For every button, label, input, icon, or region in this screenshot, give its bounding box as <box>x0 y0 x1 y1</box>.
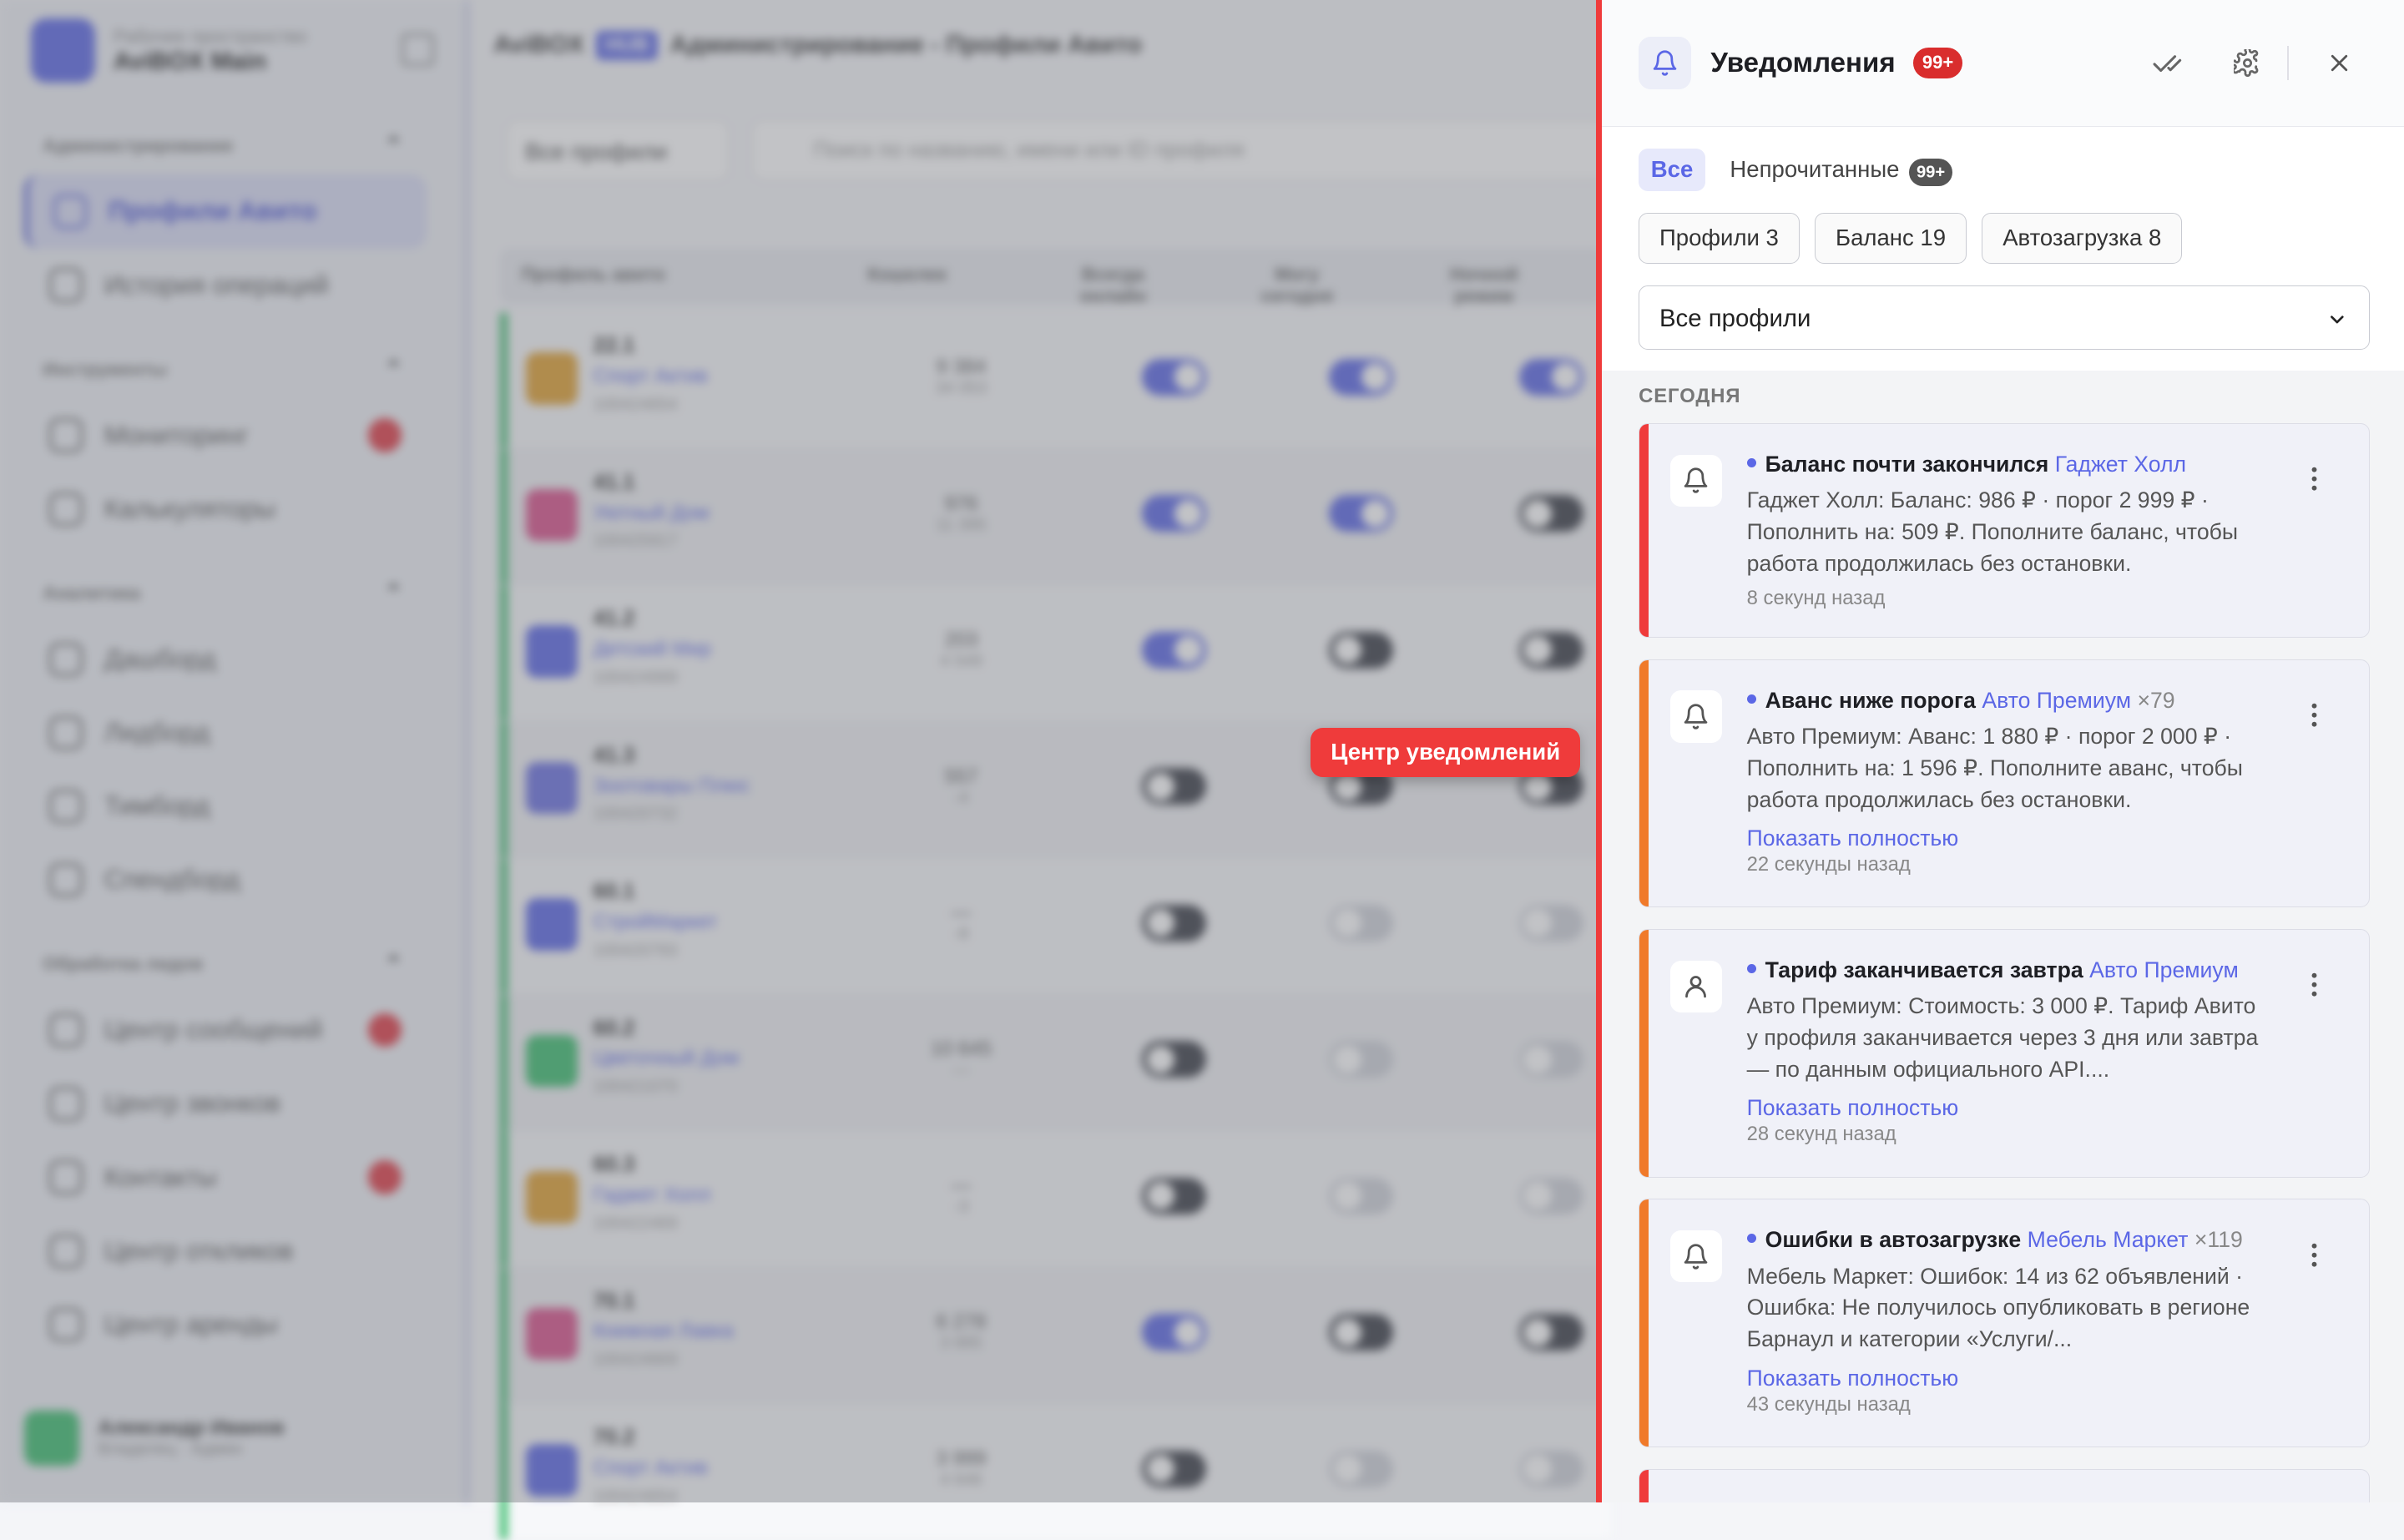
notifications-list: СЕГОДНЯ Баланс почти закончился Гаджет Х… <box>1602 371 2404 1502</box>
notification-body: Гаджет Холл: Баланс: 986 ₽ · порог 2 999… <box>1746 487 2239 576</box>
repeat-count: ×119 <box>2194 1227 2243 1253</box>
mark-all-read-icon[interactable] <box>2148 43 2188 83</box>
notification-title-line: Тариф заканчивается завтра Авто Премиум <box>1746 957 2239 983</box>
unread-dot <box>1746 963 1756 973</box>
notification-profile-link[interactable]: Гаджет Холл <box>2055 452 2186 477</box>
more-vertical-icon[interactable] <box>2299 1240 2330 1270</box>
notification-time: 43 секунды назад <box>1746 1392 1911 1416</box>
notification-card[interactable]: Тариф заканчивается завтра Авто Премиум … <box>1639 929 2371 1178</box>
more-vertical-icon[interactable] <box>2299 970 2330 1001</box>
tab-unread-label: Непрочитанные <box>1730 156 1900 183</box>
notification-time: 28 секунд назад <box>1746 1123 1896 1146</box>
card-accent-bar <box>1639 423 1649 638</box>
notification-title: Аванс ниже порога <box>1765 687 1976 713</box>
chip-autoload[interactable]: Автозагрузка 8 <box>1982 213 2183 265</box>
bell-icon <box>1669 454 1723 507</box>
bell-icon <box>1669 690 1723 743</box>
repeat-count: ×79 <box>2137 687 2175 713</box>
panel-header: Уведомления 99+ <box>1602 0 2404 127</box>
notification-profile-link[interactable]: Авто Премиум <box>2089 957 2239 982</box>
day-label: СЕГОДНЯ <box>1639 384 1741 407</box>
more-vertical-icon[interactable] <box>2299 700 2330 731</box>
show-more-link[interactable]: Показать полностью <box>1747 1095 1959 1121</box>
notification-card[interactable] <box>1639 1468 2371 1502</box>
unread-dot <box>1746 1234 1756 1244</box>
show-more-link[interactable]: Показать полностью <box>1747 826 1959 851</box>
unread-dot <box>1746 457 1756 467</box>
tab-unread[interactable]: Непрочитанные 99+ <box>1718 149 1965 190</box>
notification-card[interactable]: Баланс почти закончился Гаджет Холл Гадж… <box>1639 422 2371 639</box>
notification-title-line: Аванс ниже порога Авто Премиум ×79 <box>1746 687 2175 714</box>
card-accent-bar <box>1639 659 1649 907</box>
tab-unread-count: 99+ <box>1908 158 1953 186</box>
bell-icon <box>1639 37 1691 89</box>
notification-title-line: Баланс почти закончился Гаджет Холл <box>1746 451 2186 477</box>
notifications-panel: Уведомления 99+ Все Непрочитанные 99+ Пр… <box>1596 0 2404 1502</box>
close-icon[interactable] <box>2320 43 2360 83</box>
notification-card[interactable]: Аванс ниже порога Авто Премиум ×79 Авто П… <box>1639 659 2371 908</box>
notification-center-tooltip: Центр уведомлений <box>1311 728 1581 778</box>
unread-count-badge: 99+ <box>1912 47 1963 78</box>
notification-title: Тариф заканчивается завтра <box>1765 957 2083 983</box>
notification-profile-link[interactable]: Мебель Маркет <box>2028 1227 2189 1252</box>
notification-title-line: Ошибки в автозагрузке Мебель Маркет ×119 <box>1746 1227 2243 1253</box>
notification-title: Ошибки в автозагрузке <box>1765 1227 2022 1253</box>
notification-time: 22 секунды назад <box>1746 853 1911 876</box>
notification-profile-link[interactable]: Авто Премиум <box>1982 688 2131 713</box>
chevron-down-icon <box>2326 286 2348 351</box>
gear-icon[interactable] <box>2227 43 2267 83</box>
tab-all[interactable]: Все <box>1639 149 1705 191</box>
card-accent-bar <box>1639 1469 1649 1502</box>
notification-card[interactable]: Ошибки в автозагрузке Мебель Маркет ×119… <box>1639 1199 2371 1447</box>
unread-dot <box>1746 694 1756 704</box>
show-more-link[interactable]: Показать полностью <box>1747 1366 1959 1391</box>
notification-time: 8 секунд назад <box>1746 586 1886 609</box>
category-chips: Профили 3 Баланс 19 Автозагрузка 8 <box>1639 213 2183 265</box>
card-accent-bar <box>1639 930 1649 1177</box>
notification-title: Баланс почти закончился <box>1765 451 2049 477</box>
user-icon <box>1669 960 1723 1013</box>
notification-body: Мебель Маркет: Ошибок: 14 из 62 объявлен… <box>1746 1263 2250 1352</box>
bell-icon <box>1669 1230 1723 1283</box>
card-accent-bar <box>1639 1199 1649 1447</box>
notification-body: Авто Премиум: Аванс: 1 880 ₽ · порог 2 0… <box>1746 724 2243 812</box>
panel-title: Уведомления <box>1710 47 1896 78</box>
profile-select-value: Все профили <box>1659 304 1811 332</box>
filter-tabs: Все Непрочитанные 99+ <box>1639 149 1965 191</box>
chip-balance[interactable]: Баланс 19 <box>1815 213 1967 265</box>
notification-body: Авто Премиум: Стоимость: 3 000 ₽. Тариф … <box>1746 993 2259 1082</box>
more-vertical-icon[interactable] <box>2299 464 2330 495</box>
profile-select[interactable]: Все профили <box>1639 285 2371 351</box>
header-divider <box>2287 46 2289 80</box>
chip-profiles[interactable]: Профили 3 <box>1639 213 1800 265</box>
